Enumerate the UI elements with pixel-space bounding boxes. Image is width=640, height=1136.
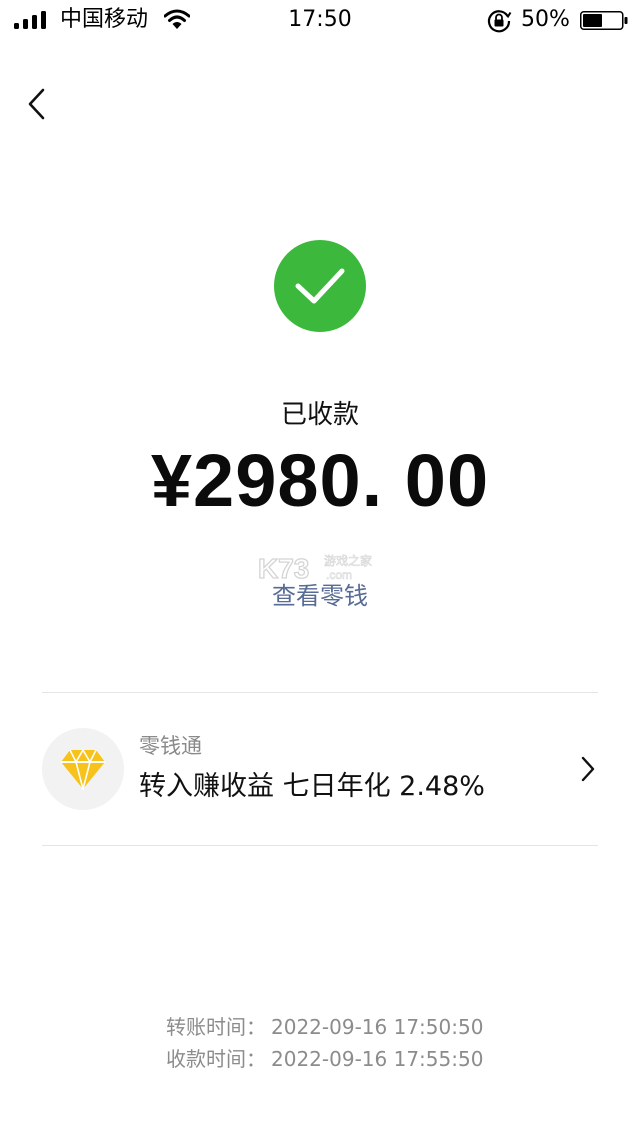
- watermark-tagline: 游戏之家: [324, 553, 372, 568]
- amount-value: ¥2980. 00: [150, 439, 490, 522]
- chevron-right-icon: [581, 756, 595, 782]
- transfer-time-row: 转账时间： 2022-09-16 17:50:50: [0, 1011, 640, 1043]
- receive-time-label: 收款时间：: [166, 1047, 266, 1071]
- check-circle-icon: [274, 240, 366, 332]
- transfer-time-value: 2022-09-16 17:50:50: [271, 1015, 484, 1039]
- transfer-time-label: 转账时间：: [166, 1015, 266, 1039]
- promo-title: 零钱通: [139, 734, 202, 758]
- wallet-promo-row[interactable]: 零钱通 转入赚收益 七日年化 2.48%: [42, 693, 598, 845]
- battery-icon: [580, 11, 628, 30]
- receive-time-value: 2022-09-16 17:55:50: [271, 1047, 484, 1071]
- receive-time-row: 收款时间： 2022-09-16 17:55:50: [0, 1043, 640, 1075]
- orientation-lock-icon: [487, 10, 512, 33]
- transaction-times: 转账时间： 2022-09-16 17:50:50 收款时间： 2022-09-…: [0, 1011, 640, 1075]
- payment-status-label: 已收款: [280, 400, 359, 430]
- view-change-link[interactable]: 查看零钱: [0, 578, 640, 614]
- battery-percent: 50%: [521, 7, 570, 32]
- diamond-icon: [61, 748, 105, 790]
- chevron-left-icon: [28, 88, 45, 120]
- promo-icon-badge: [42, 728, 124, 810]
- divider: [42, 845, 598, 846]
- back-button[interactable]: [20, 82, 56, 126]
- promo-description: 转入赚收益 七日年化 2.48%: [139, 771, 485, 802]
- status-bar: 中国移动 17:50 50%: [0, 0, 640, 40]
